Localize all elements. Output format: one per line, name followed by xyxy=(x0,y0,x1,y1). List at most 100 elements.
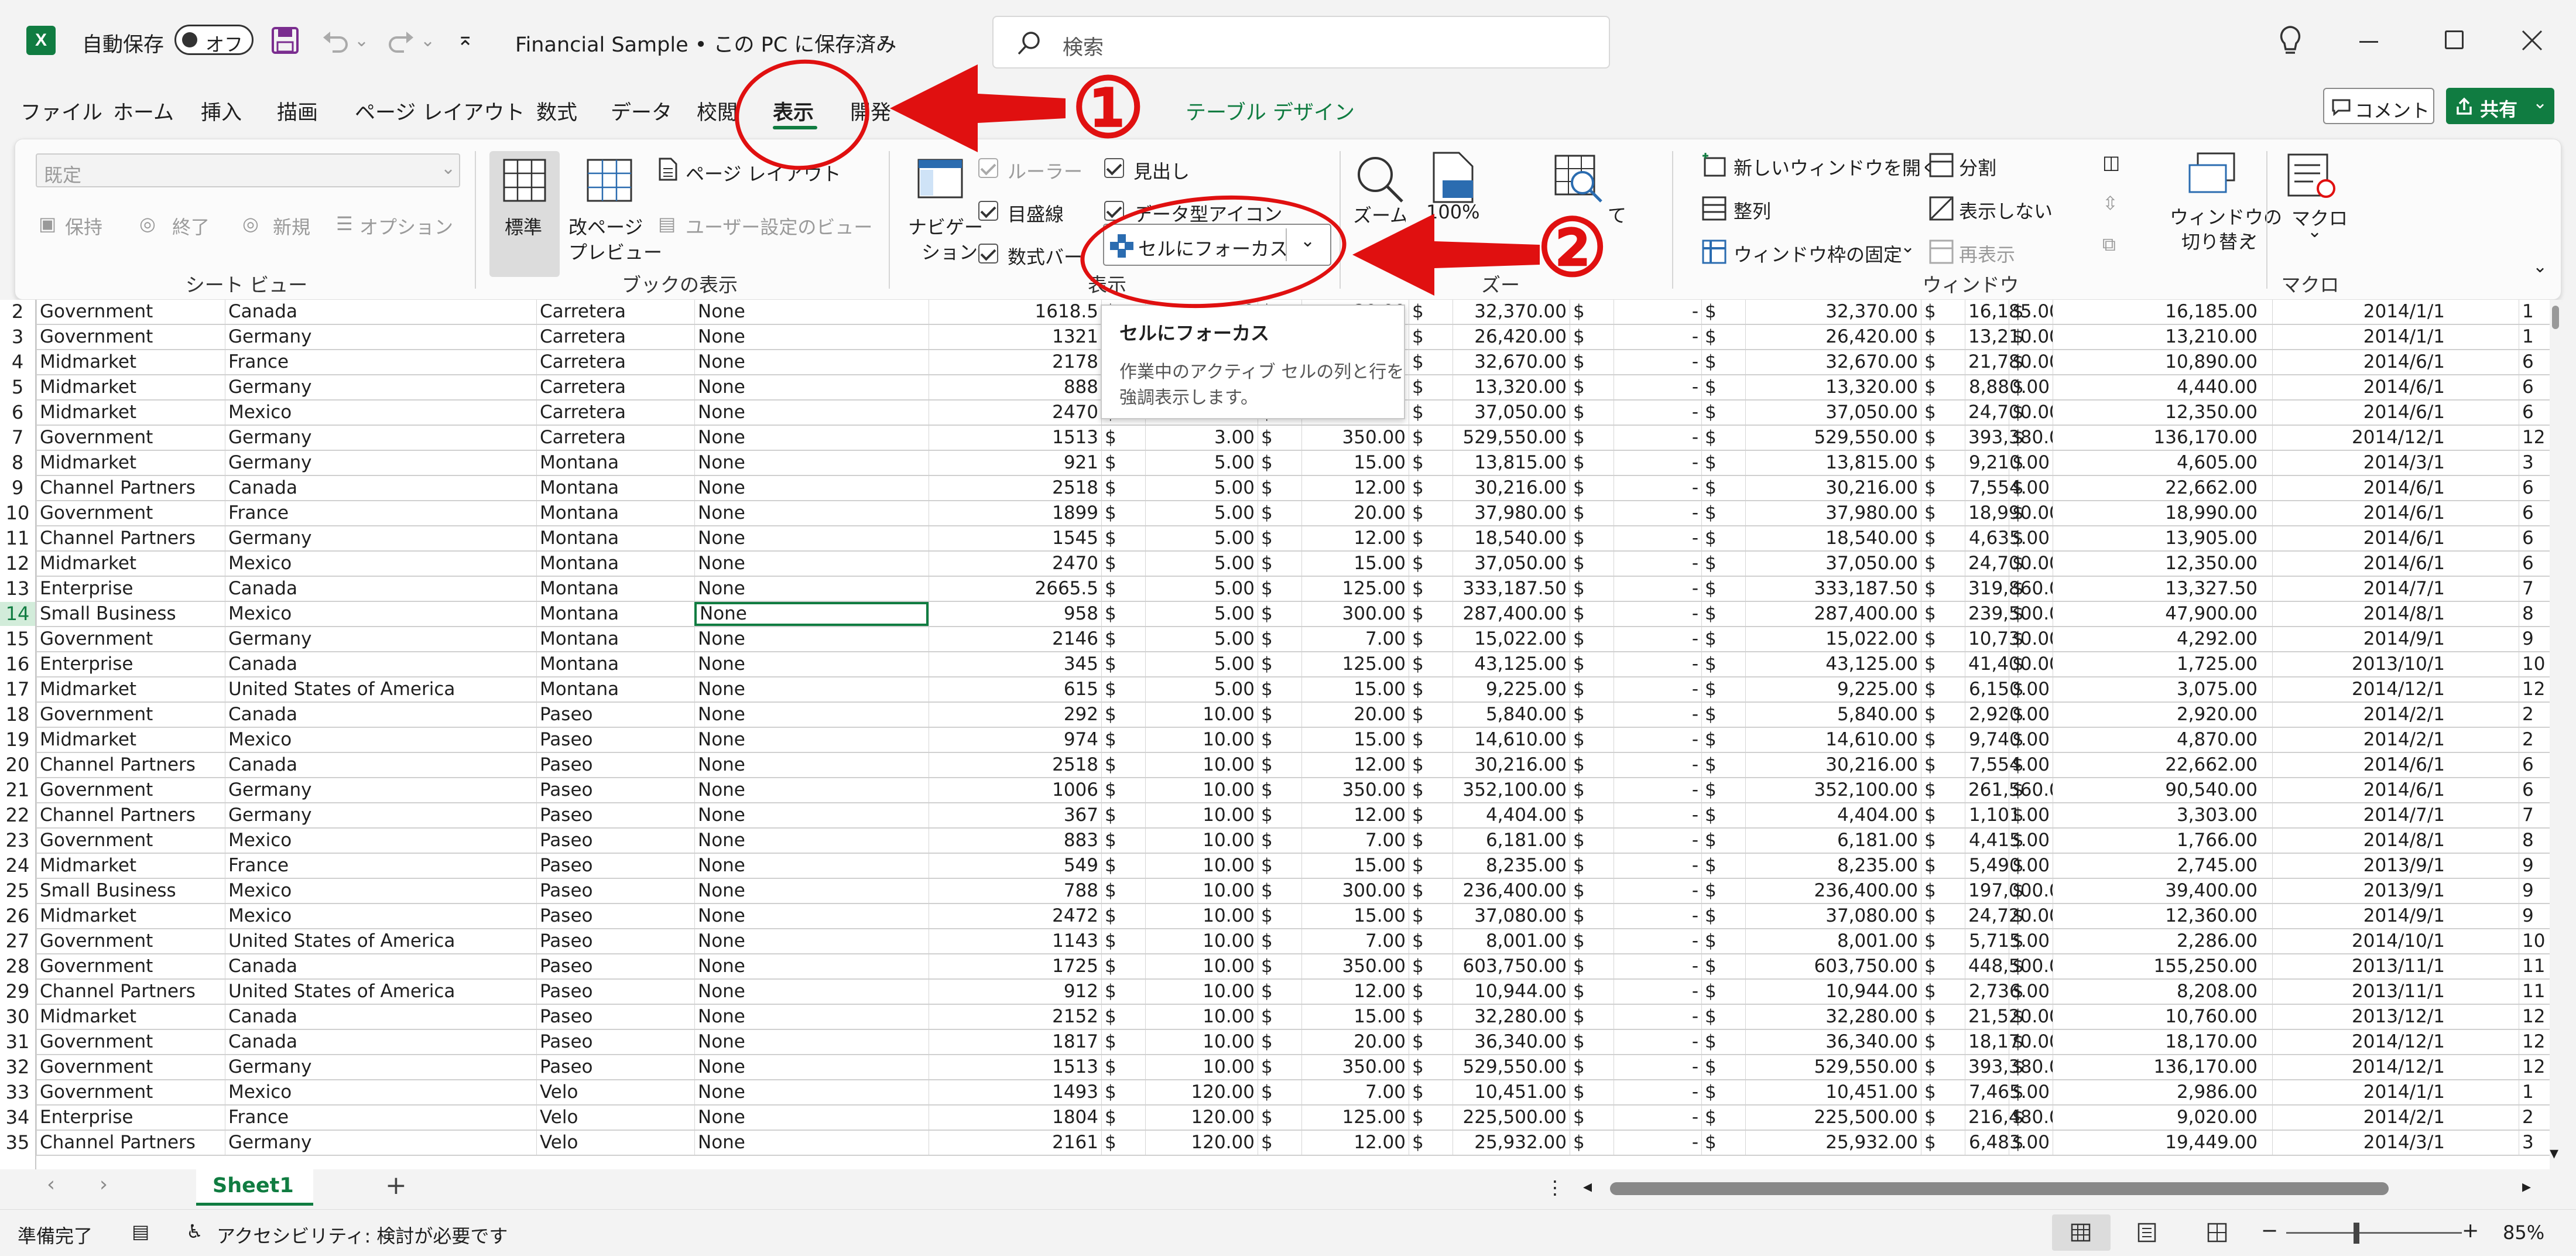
table-cell[interactable]: 47,900.00 xyxy=(2053,602,2260,626)
table-cell[interactable]: 14,610.00 xyxy=(1745,728,1921,752)
table-cell[interactable]: 3 xyxy=(2519,1131,2554,1155)
table-cell[interactable]: Germany xyxy=(225,627,536,651)
table-cell[interactable]: 12 xyxy=(2519,677,2554,701)
table-cell[interactable]: Channel Partners xyxy=(36,803,225,827)
table-cell[interactable]: $ xyxy=(1409,526,1453,550)
table-cell[interactable]: $ xyxy=(1570,1106,1614,1130)
table-cell[interactable]: - xyxy=(1614,501,1701,525)
table-cell[interactable]: $ xyxy=(1409,980,1453,1004)
table-cell[interactable]: 12.00 xyxy=(1301,526,1409,550)
table-cell[interactable]: 529,550.00 xyxy=(1453,426,1570,450)
table-cell[interactable]: $ xyxy=(2009,401,2053,425)
table-cell[interactable]: None xyxy=(694,300,929,324)
table-cell[interactable]: None xyxy=(694,1131,929,1155)
table-cell[interactable]: $ xyxy=(1921,476,1965,500)
table-cell[interactable]: $ xyxy=(2009,652,2053,676)
table-cell[interactable]: $ xyxy=(1701,854,1745,878)
table-cell[interactable]: Paseo xyxy=(536,854,694,878)
table-cell[interactable]: 13,320.00 xyxy=(1453,375,1570,399)
row-header[interactable]: 30 xyxy=(0,1005,35,1029)
page-break-status-icon[interactable] xyxy=(2207,1223,2227,1243)
table-cell[interactable]: $ xyxy=(1701,1030,1745,1054)
table-cell[interactable]: 10,760.00 xyxy=(2053,1005,2260,1029)
table-cell[interactable]: $ xyxy=(1701,677,1745,701)
table-cell[interactable]: 974 xyxy=(929,728,1101,752)
table-cell[interactable]: $ xyxy=(1701,577,1745,601)
table-cell[interactable]: $ xyxy=(1409,325,1453,349)
table-cell[interactable]: $ xyxy=(1101,854,1145,878)
table-cell[interactable]: $ xyxy=(2009,1106,2053,1130)
vertical-scrollbar-thumb[interactable] xyxy=(2552,306,2559,329)
table-cell[interactable]: $ xyxy=(1258,854,1301,878)
table-cell[interactable]: United States of America xyxy=(225,980,536,1004)
table-cell[interactable]: 1817 xyxy=(929,1030,1101,1054)
new-window-button[interactable]: 新しいウィンドウを開く xyxy=(1734,153,1940,180)
table-cell[interactable]: Midmarket xyxy=(36,728,225,752)
table-cell[interactable]: Paseo xyxy=(536,954,694,978)
table-cell[interactable]: $ xyxy=(1921,677,1965,701)
table-cell[interactable]: 12,350.00 xyxy=(2053,401,2260,425)
table-cell[interactable]: Carretera xyxy=(536,426,694,450)
table-cell[interactable]: Germany xyxy=(225,526,536,550)
table-cell[interactable]: 10.00 xyxy=(1145,803,1258,827)
table-cell[interactable]: $ xyxy=(1101,627,1145,651)
scroll-left-icon[interactable]: ◂ xyxy=(1583,1176,1592,1197)
table-cell[interactable]: 120.00 xyxy=(1145,1106,1258,1130)
table-cell[interactable]: 5,840.00 xyxy=(1745,703,1921,727)
table-cell[interactable]: 2014/7/1 xyxy=(2272,577,2448,601)
table-cell[interactable]: Midmarket xyxy=(36,375,225,399)
view-side-by-side-icon[interactable]: ◫ xyxy=(2102,151,2120,173)
table-cell[interactable]: $ xyxy=(1701,350,1745,374)
table-cell[interactable]: $ xyxy=(1570,350,1614,374)
table-cell[interactable]: 8,208.00 xyxy=(2053,980,2260,1004)
minimize-icon[interactable] xyxy=(2359,41,2378,43)
table-cell[interactable]: 333,187.50 xyxy=(1745,577,1921,601)
table-cell[interactable]: Enterprise xyxy=(36,1106,225,1130)
headings-checkbox[interactable] xyxy=(1104,158,1124,178)
table-cell[interactable]: $ xyxy=(2009,703,2053,727)
normal-view-status-button[interactable] xyxy=(2052,1214,2111,1251)
table-cell[interactable]: - xyxy=(1614,350,1701,374)
table-cell[interactable]: 225,500.00 xyxy=(1453,1106,1570,1130)
table-cell[interactable]: $ xyxy=(1701,1080,1745,1104)
table-cell[interactable]: $ xyxy=(1101,1055,1145,1079)
table-cell[interactable]: $ xyxy=(1921,1055,1965,1079)
table-cell[interactable]: Government xyxy=(36,778,225,802)
redo-icon[interactable] xyxy=(386,26,416,55)
table-cell[interactable]: 18,990.00 xyxy=(2053,501,2260,525)
table-cell[interactable]: Carretera xyxy=(536,325,694,349)
table-cell[interactable]: Midmarket xyxy=(36,904,225,928)
tab-insert[interactable]: 挿入 xyxy=(201,96,242,126)
table-cell[interactable]: 1618.5 xyxy=(929,300,1101,324)
table-cell[interactable]: 1 xyxy=(2519,300,2554,324)
table-cell[interactable]: 2014/3/1 xyxy=(2272,1131,2448,1155)
table-cell[interactable]: 1 xyxy=(2519,1080,2554,1104)
table-cell[interactable]: $ xyxy=(1921,954,1965,978)
table-cell[interactable]: 120.00 xyxy=(1145,1131,1258,1155)
table-cell[interactable]: Paseo xyxy=(536,728,694,752)
table-cell[interactable]: $ xyxy=(1258,703,1301,727)
table-cell[interactable]: $ xyxy=(1101,879,1145,903)
table-cell[interactable]: $ xyxy=(2009,803,2053,827)
table-cell[interactable]: 236,400.00 xyxy=(1453,879,1570,903)
table-cell[interactable]: 352,100.00 xyxy=(1745,778,1921,802)
table-cell[interactable]: 120.00 xyxy=(1145,1080,1258,1104)
table-cell[interactable]: $ xyxy=(1409,426,1453,450)
table-cell[interactable]: $ xyxy=(1409,1106,1453,1130)
table-cell[interactable]: None xyxy=(694,325,929,349)
table-cell[interactable]: $ xyxy=(1409,476,1453,500)
table-cell[interactable]: Germany xyxy=(225,1131,536,1155)
table-cell[interactable]: 350.00 xyxy=(1301,426,1409,450)
table-cell[interactable]: 9 xyxy=(2519,627,2554,651)
table-cell[interactable]: $ xyxy=(1701,526,1745,550)
table-cell[interactable]: $ xyxy=(1921,803,1965,827)
table-cell[interactable]: 9 xyxy=(2519,879,2554,903)
table-cell[interactable]: 2518 xyxy=(929,753,1101,777)
table-cell[interactable]: 2014/6/1 xyxy=(2272,778,2448,802)
table-cell[interactable]: 12 xyxy=(2519,1005,2554,1029)
table-cell[interactable]: $ xyxy=(1921,1005,1965,1029)
table-cell[interactable]: Carretera xyxy=(536,300,694,324)
table-cell[interactable]: 883 xyxy=(929,829,1101,853)
table-cell[interactable]: $ xyxy=(1701,753,1745,777)
table-cell[interactable]: $ xyxy=(1101,778,1145,802)
